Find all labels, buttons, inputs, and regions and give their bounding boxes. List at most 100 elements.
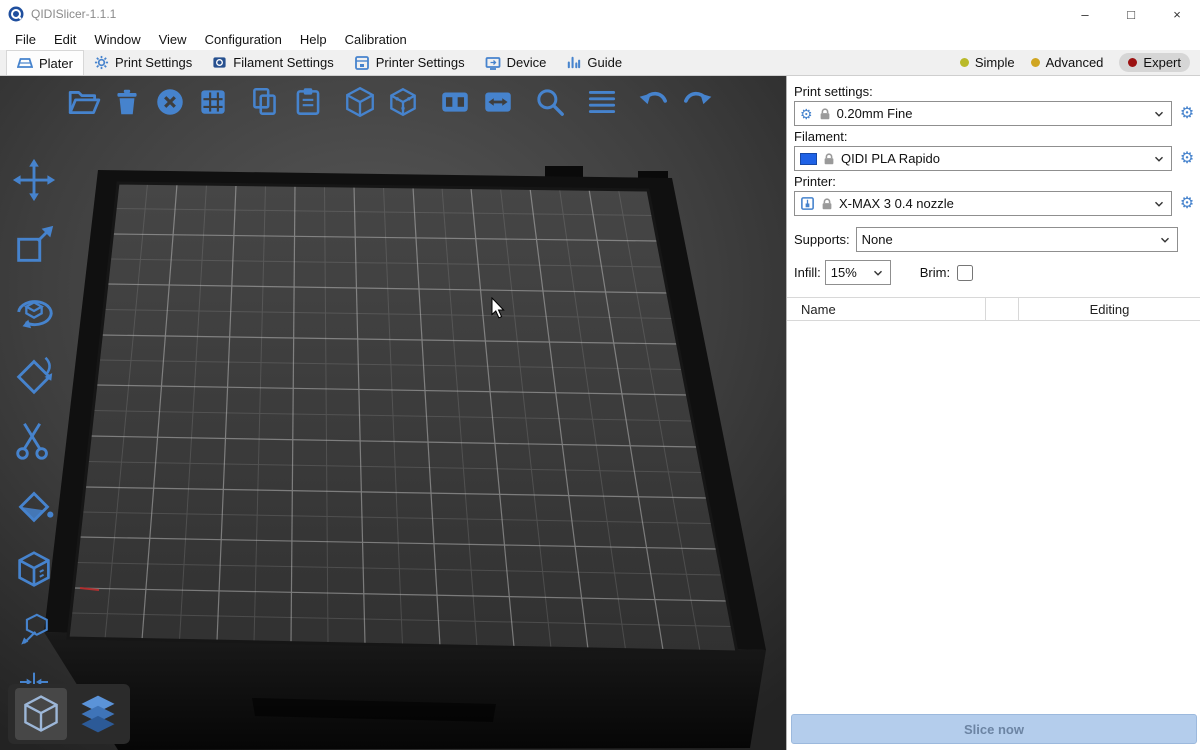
mode-expert[interactable]: Expert (1119, 53, 1190, 72)
filament-edit-button[interactable]: ⚙ (1177, 148, 1197, 170)
supports-select[interactable]: None (856, 227, 1178, 252)
brim-label: Brim: (920, 265, 950, 280)
open-file-button[interactable] (66, 84, 102, 120)
add-instance-button[interactable] (342, 84, 378, 120)
menu-help[interactable]: Help (291, 32, 336, 47)
window-title: QIDISlicer-1.1.1 (31, 7, 116, 21)
printer-icon (354, 55, 370, 71)
tab-print-settings[interactable]: Print Settings (84, 50, 202, 75)
menu-edit[interactable]: Edit (45, 32, 85, 47)
paste-button[interactable] (290, 84, 326, 120)
menu-calibration[interactable]: Calibration (336, 32, 416, 47)
infill-value: 15% (831, 265, 857, 280)
tab-bar: Plater Print Settings Filament Settings … (0, 50, 1200, 76)
emboss-button[interactable] (16, 611, 52, 647)
infill-select[interactable]: 15% (825, 260, 891, 285)
infill-label: Infill: (794, 265, 821, 280)
paste-icon (291, 85, 325, 119)
measure-cube-icon (11, 547, 57, 593)
search-button[interactable] (532, 84, 568, 120)
tab-printer-settings[interactable]: Printer Settings (344, 50, 475, 75)
chevron-down-icon (1158, 233, 1172, 247)
print-settings-select[interactable]: ⚙ 0.20mm Fine (794, 101, 1172, 126)
variable-layer-height-button[interactable] (584, 84, 620, 120)
preview-layers-icon (76, 692, 120, 736)
open-folder-icon (67, 85, 101, 119)
preset-gear-icon: ⚙ (800, 107, 813, 121)
cut-scissors-icon (11, 417, 57, 463)
filament-select[interactable]: QIDI PLA Rapido (794, 146, 1172, 171)
paint-support-button[interactable] (10, 481, 58, 529)
merge-objects-button[interactable] (480, 84, 516, 120)
device-icon (485, 55, 501, 71)
scale-icon (11, 222, 57, 268)
supports-label: Supports: (794, 232, 850, 247)
brim-checkbox[interactable] (957, 265, 973, 281)
mode-label: Advanced (1046, 55, 1104, 70)
object-list-header: Name Editing (787, 297, 1200, 321)
measure-button[interactable] (10, 546, 58, 594)
move-button[interactable] (10, 156, 58, 204)
lock-icon (818, 107, 832, 121)
mode-label: Simple (975, 55, 1015, 70)
split-arrows-out-icon (481, 85, 515, 119)
menu-view[interactable]: View (150, 32, 196, 47)
undo-button[interactable] (636, 84, 672, 120)
app-logo (8, 6, 24, 22)
scale-button[interactable] (10, 221, 58, 269)
delete-all-button[interactable] (152, 84, 188, 120)
plater-icon (17, 55, 33, 71)
title-bar: QIDISlicer-1.1.1 – □ × (0, 0, 1200, 28)
slice-now-button[interactable]: Slice now (791, 714, 1197, 744)
rotate-icon (11, 287, 57, 333)
layers-lines-icon (585, 85, 619, 119)
copy-button[interactable] (247, 84, 283, 120)
cube-icon (343, 85, 377, 119)
rotate-button[interactable] (10, 286, 58, 334)
arrange-button[interactable] (195, 84, 231, 120)
gizmo-toolbar (10, 156, 58, 700)
split-to-parts-button[interactable] (437, 84, 473, 120)
redo-button[interactable] (679, 84, 715, 120)
cut-button[interactable] (10, 416, 58, 464)
menu-window[interactable]: Window (85, 32, 149, 47)
simple-dot-icon (960, 58, 969, 67)
close-button[interactable]: × (1154, 0, 1200, 28)
search-icon (533, 85, 567, 119)
copy-icon (248, 85, 282, 119)
preview-view-button[interactable] (72, 688, 124, 740)
place-on-face-button[interactable] (10, 351, 58, 399)
tab-guide[interactable]: Guide (556, 50, 632, 75)
mode-simple[interactable]: Simple (960, 55, 1015, 70)
minimize-button[interactable]: – (1062, 0, 1108, 28)
tab-plater[interactable]: Plater (6, 50, 84, 75)
print-settings-edit-button[interactable]: ⚙ (1177, 103, 1197, 125)
menu-file[interactable]: File (6, 32, 45, 47)
3d-editor-view-icon (19, 692, 63, 736)
tab-device[interactable]: Device (475, 50, 557, 75)
printer-select[interactable]: X-MAX 3 0.4 nozzle (794, 191, 1172, 216)
print-bed[interactable] (0, 76, 786, 750)
supports-value: None (862, 232, 893, 247)
place-on-face-icon (11, 352, 57, 398)
delete-button[interactable] (109, 84, 145, 120)
3d-viewport[interactable] (0, 76, 786, 750)
column-extruder (985, 298, 1018, 320)
printer-edit-button[interactable]: ⚙ (1177, 193, 1197, 215)
tab-filament-settings[interactable]: Filament Settings (202, 50, 343, 75)
mode-selector: Simple Advanced Expert (960, 53, 1194, 72)
chevron-down-icon (871, 266, 885, 280)
object-list[interactable] (787, 321, 1200, 714)
menu-configuration[interactable]: Configuration (196, 32, 291, 47)
split-arrows-in-icon (438, 85, 472, 119)
print-settings-label: Print settings: (787, 81, 1200, 101)
editor-view-button[interactable] (15, 688, 67, 740)
mode-advanced[interactable]: Advanced (1031, 55, 1104, 70)
top-toolbar (66, 84, 715, 120)
printer-label: Printer: (787, 171, 1200, 191)
emboss-cube-icon (17, 612, 51, 646)
split-to-objects-button[interactable] (385, 84, 421, 120)
maximize-button[interactable]: □ (1108, 0, 1154, 28)
workspace: Print settings: ⚙ 0.20mm Fine ⚙ Filament… (0, 76, 1200, 750)
settings-panel: Print settings: ⚙ 0.20mm Fine ⚙ Filament… (786, 76, 1200, 750)
